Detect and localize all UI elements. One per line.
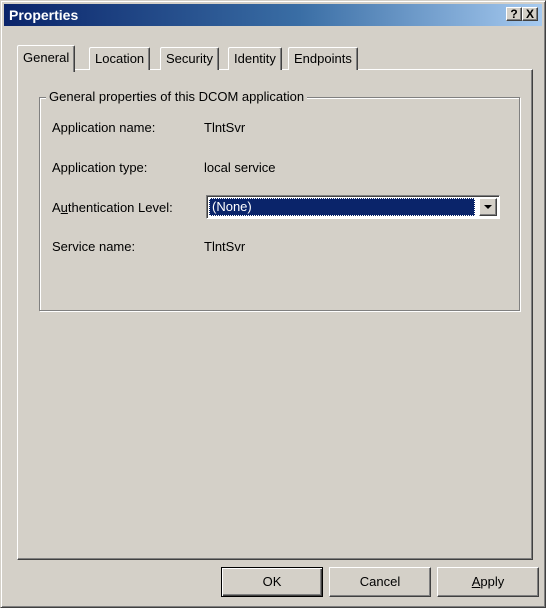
tab-identity[interactable]: Identity <box>228 47 282 70</box>
application-name-label: Application name: <box>52 120 156 135</box>
service-name-label: Service name: <box>52 239 136 254</box>
window-title: Properties <box>9 7 79 23</box>
properties-dialog: Properties ? X General properties of thi… <box>0 0 546 608</box>
close-button[interactable]: X <box>522 7 538 21</box>
ok-button[interactable]: OK <box>221 567 323 597</box>
application-type-label: Application type: <box>52 160 148 175</box>
authentication-level-selected: (None) <box>209 198 475 216</box>
application-type-value: local service <box>204 160 276 175</box>
tab-general[interactable]: General <box>17 45 76 72</box>
tab-endpoints[interactable]: Endpoints <box>288 47 358 70</box>
ok-button-label: OK <box>262 574 282 589</box>
authentication-level-dropdown[interactable]: (None) <box>206 195 500 219</box>
help-icon: ? <box>510 7 518 21</box>
application-name-value: TlntSvr <box>204 120 246 135</box>
dropdown-arrow-button[interactable] <box>479 198 497 216</box>
tab-security[interactable]: Security <box>160 47 219 70</box>
apply-button[interactable]: Apply <box>437 567 539 597</box>
service-name-value: TlntSvr <box>204 239 246 254</box>
title-bar[interactable]: Properties ? X <box>4 4 542 26</box>
chevron-down-icon <box>484 205 492 209</box>
tab-panel-general: General properties of this DCOM applicat… <box>17 69 533 560</box>
cancel-button[interactable]: Cancel <box>329 567 431 597</box>
authentication-level-label: Authentication Level: <box>52 200 173 215</box>
tab-location[interactable]: Location <box>89 47 151 70</box>
cancel-button-label: Cancel <box>359 574 401 589</box>
group-title: General properties of this DCOM applicat… <box>46 89 308 104</box>
close-icon: X <box>525 7 534 21</box>
apply-button-label: Apply <box>471 574 505 589</box>
help-button[interactable]: ? <box>506 7 522 21</box>
